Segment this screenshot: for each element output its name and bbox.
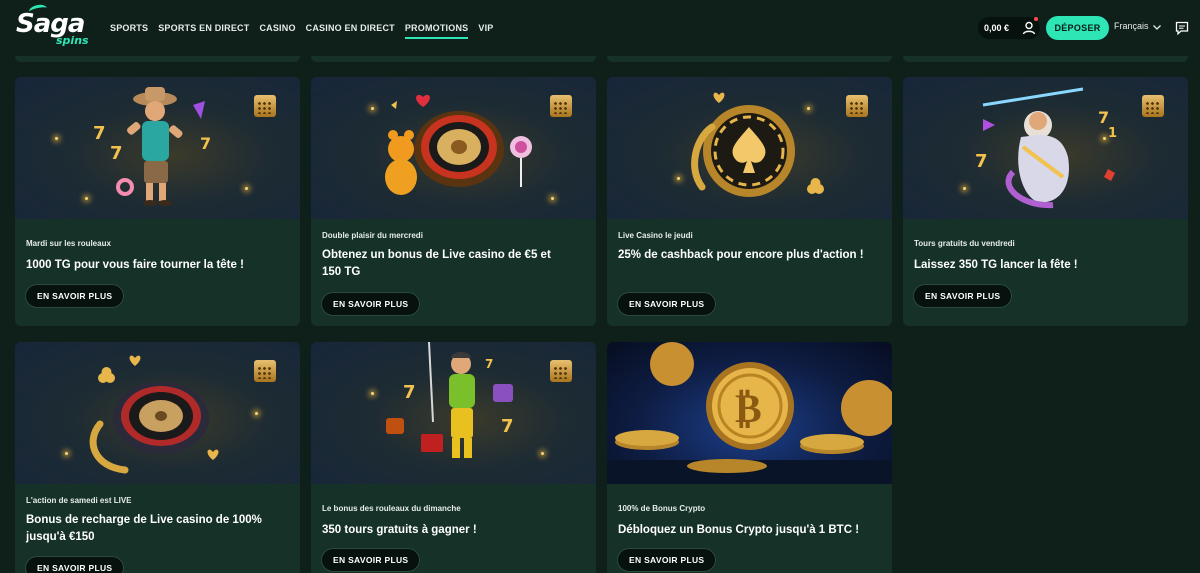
promo-card[interactable]: 7 1 7 Tours gratuits du vendredi Laissez…	[903, 77, 1188, 326]
top-header: Saga spins SPORTS SPORTS EN DIRECT CASIN…	[0, 0, 1200, 56]
promo-subtitle: Live Casino le jeudi	[618, 231, 693, 240]
svg-text:7: 7	[485, 357, 493, 371]
chevron-down-icon[interactable]	[1152, 22, 1162, 32]
promo-card[interactable]: Live Casino le jeudi 25% de cashback pou…	[607, 77, 892, 326]
promo-title: Bonus de recharge de Live casino de 100%…	[26, 514, 262, 543]
deposit-button[interactable]: DÉPOSER	[1046, 16, 1109, 40]
svg-text:7: 7	[1098, 108, 1109, 127]
nav-live-sports[interactable]: SPORTS EN DIRECT	[158, 0, 249, 56]
learn-more-button[interactable]: EN SAVOIR PLUS	[617, 548, 717, 572]
svg-text:7: 7	[110, 143, 123, 164]
svg-text:7: 7	[501, 416, 514, 437]
svg-text:7: 7	[403, 382, 416, 403]
learn-more-button[interactable]: EN SAVOIR PLUS	[913, 284, 1013, 308]
nav-sports[interactable]: SPORTS	[110, 0, 148, 56]
promo-image-bitcoin: ₿	[607, 342, 892, 484]
language-selector[interactable]: Français	[1114, 21, 1149, 31]
promo-subtitle: Tours gratuits du vendredi	[914, 239, 1015, 248]
promo-card[interactable]: Double plaisir du mercredi Obtenez un bo…	[311, 77, 596, 326]
promo-subtitle: L'action de samedi est LIVE	[26, 496, 132, 505]
logo-subtext: spins	[56, 34, 89, 47]
card-peek	[311, 56, 596, 62]
svg-text:₿: ₿	[735, 386, 762, 432]
promo-title: Laissez 350 TG lancer la fête !	[914, 259, 1078, 271]
promo-title: 350 tours gratuits à gagner !	[322, 524, 477, 536]
promo-title: 1000 TG pour vous faire tourner la tête …	[26, 259, 244, 271]
chat-icon[interactable]	[1175, 21, 1189, 35]
promo-title: Débloquez un Bonus Crypto jusqu'à 1 BTC …	[618, 524, 860, 536]
notification-dot	[1034, 17, 1038, 21]
promo-subtitle: Double plaisir du mercredi	[322, 231, 423, 240]
calendar-icon	[254, 95, 276, 117]
promo-title: Obtenez un bonus de Live casino de €5 et…	[322, 249, 551, 278]
promo-card[interactable]: 7 7 7 Mardi sur les rouleaux 1000 TG pou…	[15, 77, 300, 326]
promo-card[interactable]: L'action de samedi est LIVE Bonus de rec…	[15, 342, 300, 573]
learn-more-button[interactable]: EN SAVOIR PLUS	[617, 292, 717, 316]
learn-more-button[interactable]: EN SAVOIR PLUS	[25, 284, 125, 308]
calendar-icon	[254, 360, 276, 382]
card-peek	[15, 56, 300, 62]
promo-subtitle: 100% de Bonus Crypto	[618, 504, 706, 513]
svg-text:7: 7	[200, 134, 211, 153]
saga-spins-logo[interactable]: Saga spins	[16, 3, 94, 49]
svg-text:7: 7	[975, 151, 988, 172]
calendar-icon	[550, 95, 572, 117]
calendar-icon	[550, 360, 572, 382]
balance-amount: 0,00 €	[984, 23, 1010, 33]
promo-subtitle: Le bonus des rouleaux du dimanche	[322, 504, 461, 513]
calendar-icon	[1142, 95, 1164, 117]
nav-casino[interactable]: CASINO	[259, 0, 295, 56]
svg-text:7: 7	[93, 123, 106, 144]
main-nav: SPORTS SPORTS EN DIRECT CASINO CASINO EN…	[110, 0, 503, 56]
promo-title: 25% de cashback pour encore plus d'actio…	[618, 249, 864, 261]
card-peek	[607, 56, 892, 62]
svg-text:1: 1	[1108, 126, 1117, 141]
promo-card[interactable]: 7 7 7 Le bonus des rouleaux du dimanche …	[311, 342, 596, 573]
learn-more-button[interactable]: EN SAVOIR PLUS	[25, 556, 125, 573]
nav-vip[interactable]: VIP	[478, 0, 493, 56]
bitcoin-coins-illustration: ₿	[607, 342, 892, 484]
card-peek	[903, 56, 1188, 62]
promo-card[interactable]: ₿ 100% de Bonus Crypto Débloquez un Bonu…	[607, 342, 892, 573]
promo-subtitle: Mardi sur les rouleaux	[26, 239, 111, 248]
learn-more-button[interactable]: EN SAVOIR PLUS	[321, 548, 421, 572]
calendar-icon	[846, 95, 868, 117]
nav-promotions[interactable]: PROMOTIONS	[404, 0, 469, 56]
user-icon[interactable]	[1021, 20, 1037, 36]
nav-live-casino[interactable]: CASINO EN DIRECT	[306, 0, 395, 56]
learn-more-button[interactable]: EN SAVOIR PLUS	[321, 292, 421, 316]
